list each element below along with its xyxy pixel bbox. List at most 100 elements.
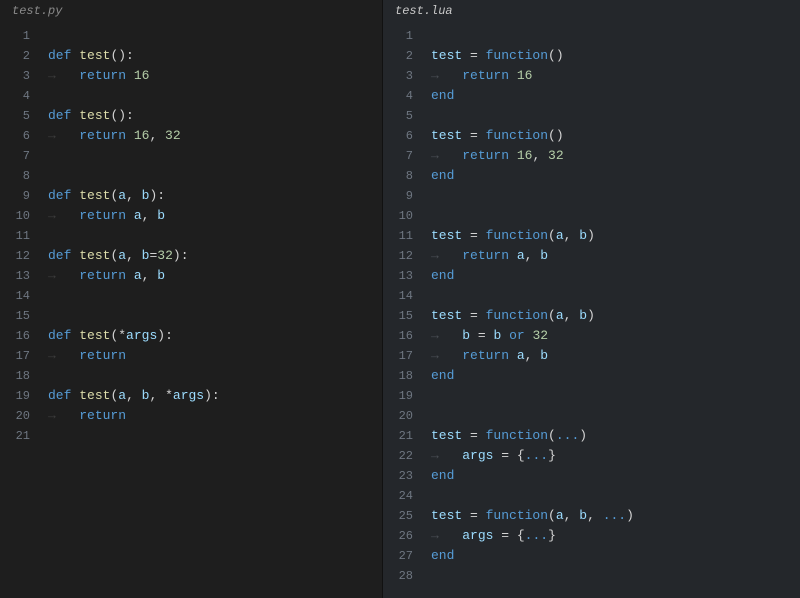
token-kw: return: [79, 268, 134, 283]
token-vararg: ...: [525, 528, 548, 543]
code-content: → args = {...}: [431, 446, 556, 466]
code-line[interactable]: 7: [0, 146, 382, 166]
code-line[interactable]: 14: [0, 286, 382, 306]
code-line[interactable]: 5def test():: [0, 106, 382, 126]
code-line[interactable]: 8: [0, 166, 382, 186]
code-line[interactable]: 13end: [383, 266, 800, 286]
code-line[interactable]: 19def test(a, b, *args):: [0, 386, 382, 406]
code-line[interactable]: 19: [383, 386, 800, 406]
tab-right-filename[interactable]: test.lua: [383, 0, 800, 24]
code-content: → return 16: [431, 66, 532, 86]
token-op: =: [462, 128, 485, 143]
tab-left-filename[interactable]: test.py: [0, 0, 382, 24]
token-kw: end: [431, 168, 454, 183]
line-number: 18: [0, 366, 48, 386]
code-line[interactable]: 12def test(a, b=32):: [0, 246, 382, 266]
code-line[interactable]: 4end: [383, 86, 800, 106]
token-kw: return: [462, 248, 517, 263]
code-line[interactable]: 11: [0, 226, 382, 246]
token-num: 16: [517, 148, 533, 163]
code-line[interactable]: 5: [383, 106, 800, 126]
code-content: end: [431, 166, 454, 186]
code-line[interactable]: 9: [383, 186, 800, 206]
code-line[interactable]: 18end: [383, 366, 800, 386]
code-line[interactable]: 13→ return a, b: [0, 266, 382, 286]
token-id: test: [431, 48, 462, 63]
code-line[interactable]: 18: [0, 366, 382, 386]
line-number: 25: [383, 506, 431, 526]
token-kw: function: [486, 308, 548, 323]
line-number: 10: [383, 206, 431, 226]
code-content: test = function(a, b): [431, 306, 595, 326]
token-kw: def: [48, 48, 79, 63]
code-line[interactable]: 26→ args = {...}: [383, 526, 800, 546]
code-content: → return 16, 32: [431, 146, 564, 166]
token-vararg: ...: [556, 428, 579, 443]
code-line[interactable]: 21test = function(...): [383, 426, 800, 446]
token-id: args: [173, 388, 204, 403]
code-line[interactable]: 10→ return a, b: [0, 206, 382, 226]
line-number: 28: [383, 566, 431, 586]
code-line[interactable]: 3→ return 16: [383, 66, 800, 86]
code-line[interactable]: 2def test():: [0, 46, 382, 66]
code-line[interactable]: 23end: [383, 466, 800, 486]
code-content: → return 16: [48, 66, 149, 86]
indent-arrow-icon: →: [48, 408, 79, 423]
code-line[interactable]: 7→ return 16, 32: [383, 146, 800, 166]
token-op: }: [548, 448, 556, 463]
code-area-left[interactable]: 12def test():3→ return 1645def test():6→…: [0, 24, 382, 598]
token-op: ,: [532, 148, 548, 163]
code-line[interactable]: 20: [383, 406, 800, 426]
code-line[interactable]: 16→ b = b or 32: [383, 326, 800, 346]
token-vararg: ...: [525, 448, 548, 463]
line-number: 1: [0, 26, 48, 46]
token-op: ,: [142, 208, 158, 223]
token-id: test: [431, 308, 462, 323]
code-line[interactable]: 4: [0, 86, 382, 106]
code-line[interactable]: 20→ return: [0, 406, 382, 426]
code-content: → return 16, 32: [48, 126, 181, 146]
code-line[interactable]: 10: [383, 206, 800, 226]
token-op: (: [548, 228, 556, 243]
line-number: 13: [383, 266, 431, 286]
code-line[interactable]: 22→ args = {...}: [383, 446, 800, 466]
code-line[interactable]: 3→ return 16: [0, 66, 382, 86]
code-line[interactable]: 11test = function(a, b): [383, 226, 800, 246]
code-line[interactable]: 6test = function(): [383, 126, 800, 146]
line-number: 19: [383, 386, 431, 406]
token-op: [501, 328, 509, 343]
code-line[interactable]: 2test = function(): [383, 46, 800, 66]
code-line[interactable]: 14: [383, 286, 800, 306]
line-number: 20: [383, 406, 431, 426]
code-area-right[interactable]: 12test = function()3→ return 164end56tes…: [383, 24, 800, 598]
code-line[interactable]: 1: [0, 26, 382, 46]
code-line[interactable]: 27end: [383, 546, 800, 566]
code-line[interactable]: 15: [0, 306, 382, 326]
line-number: 6: [0, 126, 48, 146]
code-line[interactable]: 24: [383, 486, 800, 506]
token-kw: def: [48, 388, 79, 403]
code-content: test = function(...): [431, 426, 587, 446]
line-number: 7: [383, 146, 431, 166]
code-line[interactable]: 25test = function(a, b, ...): [383, 506, 800, 526]
code-line[interactable]: 12→ return a, b: [383, 246, 800, 266]
code-content: → return a, b: [48, 206, 165, 226]
token-op: (*: [110, 328, 126, 343]
token-op: (: [548, 428, 556, 443]
code-line[interactable]: 9def test(a, b):: [0, 186, 382, 206]
token-op: ,: [525, 348, 541, 363]
code-line[interactable]: 15test = function(a, b): [383, 306, 800, 326]
token-kw: return: [462, 68, 517, 83]
code-line[interactable]: 21: [0, 426, 382, 446]
line-number: 10: [0, 206, 48, 226]
code-line[interactable]: 28: [383, 566, 800, 586]
indent-arrow-icon: →: [48, 128, 79, 143]
token-op: ():: [110, 108, 133, 123]
token-kw: return: [79, 208, 134, 223]
code-line[interactable]: 17→ return a, b: [383, 346, 800, 366]
code-line[interactable]: 1: [383, 26, 800, 46]
code-line[interactable]: 17→ return: [0, 346, 382, 366]
code-line[interactable]: 6→ return 16, 32: [0, 126, 382, 146]
code-line[interactable]: 16def test(*args):: [0, 326, 382, 346]
code-line[interactable]: 8end: [383, 166, 800, 186]
